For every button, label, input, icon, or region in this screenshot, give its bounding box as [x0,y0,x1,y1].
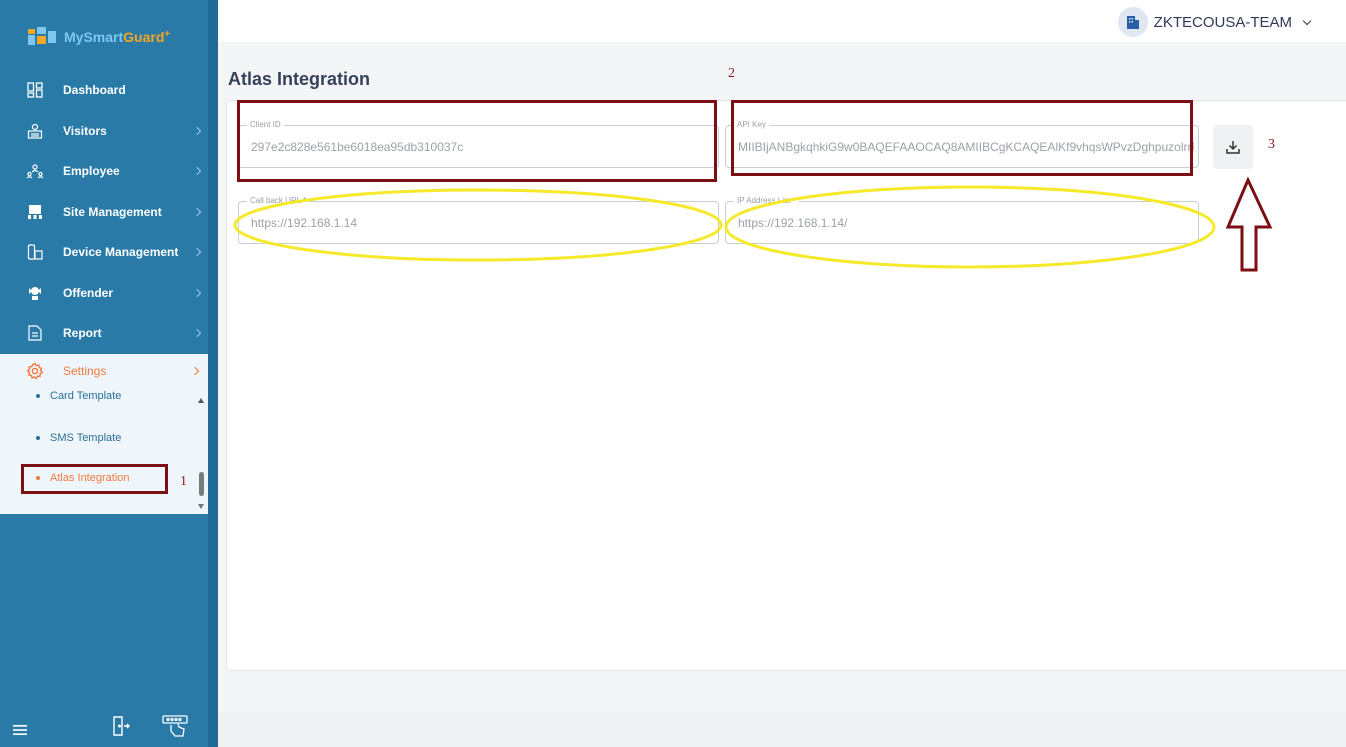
annotation-overlay [233,176,1273,272]
annotation-arrow-up-icon [1225,176,1273,272]
annotation-ellipse-ip-list [724,185,1216,269]
annotation-ellipse-callback [233,188,723,262]
app-root: MySmartGuard+ Dashboard Visitors Employe… [0,0,1346,747]
